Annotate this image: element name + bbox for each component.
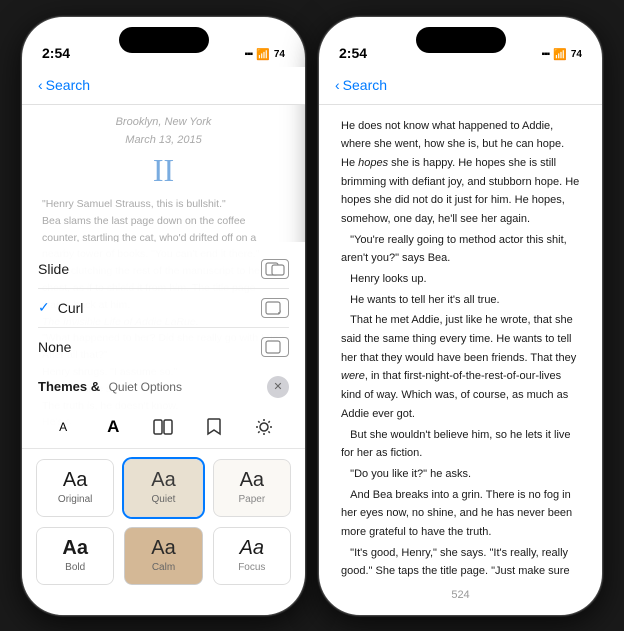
columns-button[interactable] (145, 412, 181, 442)
back-button-right[interactable]: ‹ Search (335, 77, 387, 93)
font-decrease-button[interactable]: A (45, 412, 81, 442)
font-large-label: A (107, 417, 119, 437)
theme-calm-inner: Aa Calm (124, 527, 202, 585)
wifi-icon-right: 📶 (553, 48, 567, 61)
curl-label: Curl (58, 300, 84, 316)
themes-title: Themes & (38, 379, 100, 394)
none-label: None (38, 339, 71, 355)
chevron-left-icon-right: ‹ (335, 77, 340, 93)
slide-options: Slide ✓ Curl None (22, 250, 305, 366)
theme-calm-label: Calm (152, 562, 175, 573)
slide-label: Slide (38, 261, 69, 277)
theme-original-aa: Aa (63, 470, 87, 490)
overlay-panel: Slide ✓ Curl None (22, 242, 305, 615)
nav-bar-right: ‹ Search (319, 67, 602, 105)
curl-icon (261, 298, 289, 318)
none-icon (261, 337, 289, 357)
right-para-5: That he met Addie, just like he wrote, t… (341, 311, 580, 423)
theme-paper-label: Paper (238, 494, 265, 505)
slide-option-slide[interactable]: Slide (38, 250, 289, 289)
right-para-1: He does not know what happened to Addie,… (341, 117, 580, 229)
theme-original-inner: Aa Original (36, 459, 114, 517)
nav-bar-left: ‹ Search (22, 67, 305, 105)
back-button-left[interactable]: ‹ Search (38, 77, 90, 93)
theme-paper[interactable]: Aa Paper (211, 457, 293, 519)
brightness-icon (255, 418, 273, 436)
theme-original-label: Original (58, 494, 92, 505)
slide-option-none[interactable]: None (38, 328, 289, 366)
status-icons-left: ▪▪▪ 📶 74 (245, 48, 285, 61)
columns-icon (153, 419, 173, 435)
theme-original[interactable]: Aa Original (34, 457, 116, 519)
battery-left: 74 (274, 49, 285, 60)
back-label-left: Search (46, 77, 90, 93)
dynamic-island (119, 27, 209, 53)
signal-icon-right: ▪▪▪ (542, 49, 550, 60)
bookmark-button[interactable] (196, 412, 232, 442)
themes-title-row: Themes & Quiet Options (38, 378, 182, 396)
theme-calm-aa: Aa (151, 538, 175, 558)
slide-icon (261, 259, 289, 279)
right-para-2: "You're really going to method actor thi… (341, 231, 580, 268)
right-para-9: "It's good, Henry," she says. "It's real… (341, 544, 580, 585)
theme-bold-inner: Aa Bold (36, 527, 114, 585)
signal-icon-left: ▪▪▪ (245, 49, 253, 60)
theme-paper-aa: Aa (240, 470, 264, 490)
wifi-icon-left: 📶 (256, 48, 270, 61)
right-para-6: But she wouldn't believe him, so he lets… (341, 426, 580, 463)
theme-paper-inner: Aa Paper (213, 459, 291, 517)
theme-focus-aa: Aa (240, 538, 264, 558)
right-book-content: He does not know what happened to Addie,… (319, 105, 602, 585)
battery-right: 74 (571, 49, 582, 60)
theme-quiet[interactable]: Aa Quiet (122, 457, 204, 519)
theme-bold[interactable]: Aa Bold (34, 525, 116, 587)
time-left: 2:54 (42, 45, 70, 61)
theme-quiet-label: Quiet (152, 494, 176, 505)
theme-quiet-inner: Aa Quiet (124, 459, 202, 517)
quiet-options-subtitle: Quiet Options (109, 380, 182, 394)
slide-option-curl[interactable]: ✓ Curl (38, 289, 289, 328)
theme-focus[interactable]: Aa Focus (211, 525, 293, 587)
time-right: 2:54 (339, 45, 367, 61)
right-para-4: He wants to tell her it's all true. (341, 291, 580, 310)
book-para-1: "Henry Samuel Strauss, this is bullshit.… (42, 196, 285, 213)
page-number: 524 (451, 589, 469, 601)
font-small-label: A (59, 420, 67, 434)
theme-bold-aa: Aa (62, 538, 88, 558)
chapter-location: Brooklyn, New YorkMarch 13, 2015 (42, 113, 285, 149)
back-label-right: Search (343, 77, 387, 93)
close-button[interactable]: ✕ (267, 376, 289, 398)
bookmark-icon (207, 418, 221, 436)
themes-header: Themes & Quiet Options ✕ (22, 372, 305, 406)
theme-focus-inner: Aa Focus (213, 527, 291, 585)
right-para-7: "Do you like it?" he asks. (341, 465, 580, 484)
chapter-number: II (42, 153, 285, 188)
themes-grid: Aa Original Aa Quiet Aa Paper (22, 457, 305, 595)
status-icons-right: ▪▪▪ 📶 74 (542, 48, 582, 61)
right-phone: 2:54 ▪▪▪ 📶 74 ‹ Search He does not know … (318, 16, 603, 616)
brightness-button[interactable] (246, 412, 282, 442)
chevron-left-icon: ‹ (38, 77, 43, 93)
theme-calm[interactable]: Aa Calm (122, 525, 204, 587)
right-para-3: Henry looks up. (341, 270, 580, 289)
phones-container: 2:54 ▪▪▪ 📶 74 ‹ Search Brooklyn, New Yor… (21, 16, 603, 616)
theme-quiet-aa: Aa (151, 470, 175, 490)
dynamic-island-right (416, 27, 506, 53)
left-phone: 2:54 ▪▪▪ 📶 74 ‹ Search Brooklyn, New Yor… (21, 16, 306, 616)
font-increase-button[interactable]: A (95, 412, 131, 442)
checkmark-icon: ✓ (38, 299, 50, 316)
theme-bold-label: Bold (65, 562, 85, 573)
theme-focus-label: Focus (238, 562, 265, 573)
right-para-8: And Bea breaks into a grin. There is no … (341, 486, 580, 542)
toolbar-row: A A (22, 406, 305, 449)
